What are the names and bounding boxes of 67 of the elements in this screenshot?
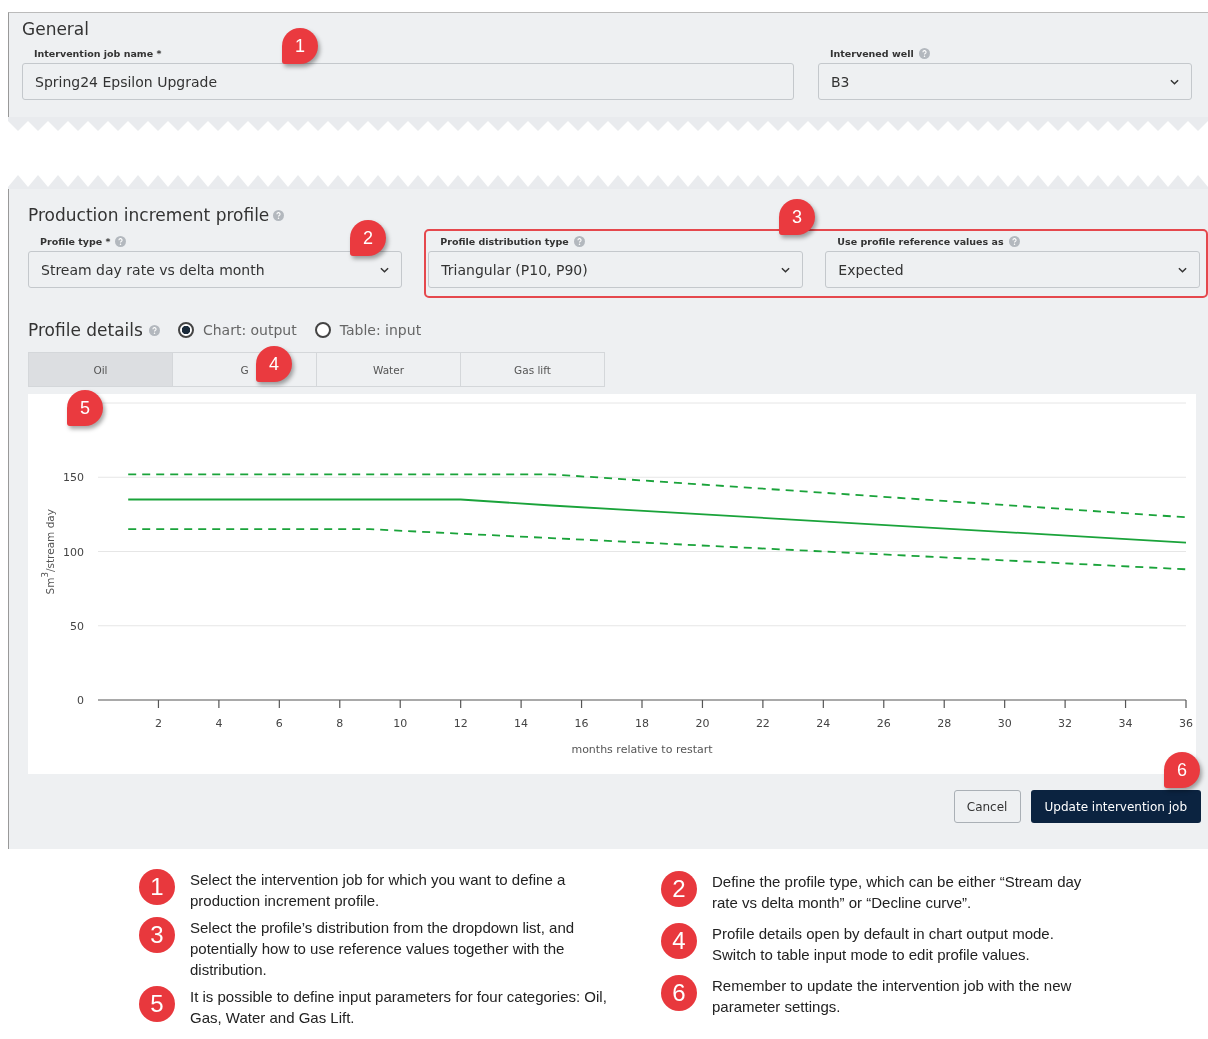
chevron-down-icon — [1170, 78, 1179, 85]
x-tick-label: 6 — [275, 717, 283, 730]
step-number: 4 — [661, 923, 697, 959]
help-icon[interactable] — [148, 324, 160, 336]
y-tick-label: 0 — [77, 694, 84, 707]
step-description: Select the profile’s distribution from the dropdown list, and potentially how to use reference values together with the distribution. — [190, 918, 576, 980]
field-label: Use profile reference values as — [837, 235, 1004, 247]
x-tick-label: 22 — [755, 717, 770, 730]
category-tab[interactable]: Water — [316, 352, 461, 387]
category-tab[interactable]: Oil — [28, 352, 173, 387]
x-tick-label: 14 — [514, 717, 529, 730]
x-tick-label: 12 — [453, 717, 468, 730]
radio-label[interactable]: Table: input — [339, 322, 422, 338]
x-tick-label: 36 — [1179, 717, 1193, 730]
category-tab[interactable]: Gas lift — [460, 352, 605, 387]
step-description: Select the intervention job for which you want to define a production increment profile. — [190, 870, 567, 911]
step-number: 3 — [139, 917, 175, 953]
field-label: Intervened well — [830, 47, 914, 59]
chevron-down-icon — [1178, 266, 1188, 273]
radio-button[interactable] — [177, 322, 194, 338]
reference-dropdown[interactable]: Expected — [825, 251, 1201, 288]
x-tick-label: 28 — [937, 717, 952, 730]
job-name-field[interactable]: Spring24 Epsilon Upgrade — [22, 63, 794, 100]
section-title: Production increment profile — [28, 205, 270, 225]
field-label: Intervention job name * — [34, 47, 162, 59]
y-tick-label: 100 — [63, 545, 84, 559]
field-label: Profile type * — [40, 235, 111, 247]
x-axis-label: months relative to restart — [571, 743, 713, 756]
x-tick-label: 32 — [1058, 717, 1073, 730]
x-tick-label: 10 — [393, 717, 408, 730]
step-number: 5 — [139, 986, 175, 1022]
x-tick-label: 8 — [336, 717, 344, 730]
step-description: Define the profile type, which can be either “Stream day rate vs delta month” or “Decline curve”. — [712, 872, 1083, 913]
field-label: Profile distribution type — [440, 235, 569, 247]
x-tick-label: 18 — [635, 717, 649, 730]
help-icon[interactable] — [273, 209, 285, 221]
step-number: 1 — [139, 869, 175, 905]
section-title: Profile details — [28, 320, 143, 340]
help-icon[interactable] — [573, 235, 585, 247]
step-number: 2 — [661, 871, 697, 907]
distribution-dropdown[interactable]: Triangular (P10, P90) — [428, 251, 804, 288]
help-icon[interactable] — [1008, 235, 1020, 247]
step-description: It is possible to define input parameters for four categories: Oil, Gas, Water and Gas Lift. — [190, 987, 608, 1028]
y-tick-label: 50 — [70, 619, 84, 633]
x-tick-label: 30 — [997, 717, 1012, 730]
x-tick-label: 20 — [695, 717, 710, 730]
x-tick-label: 4 — [215, 717, 223, 730]
help-icon[interactable] — [918, 47, 930, 59]
step-description: Profile details open by default in chart output mode. Switch to table input mode to edit profile values. — [712, 924, 1055, 965]
y-tick-label: 150 — [63, 471, 84, 485]
radio-label[interactable]: Chart: output — [202, 322, 297, 338]
x-tick-label: 16 — [574, 717, 589, 730]
help-icon[interactable] — [115, 235, 127, 247]
x-tick-label: 34 — [1118, 717, 1133, 730]
well-dropdown[interactable]: B3 — [818, 63, 1192, 100]
chevron-down-icon — [380, 266, 390, 273]
chevron-down-icon — [781, 266, 791, 273]
section-title: General — [22, 19, 90, 39]
x-tick-label: 26 — [876, 717, 891, 730]
step-description: Remember to update the intervention job with the new parameter settings. — [712, 976, 1073, 1017]
x-tick-label: 2 — [154, 717, 162, 730]
step-number: 6 — [661, 975, 697, 1011]
profile-type-dropdown[interactable]: Stream day rate vs delta month — [28, 251, 403, 288]
radio-button[interactable] — [314, 322, 331, 338]
update-button[interactable]: Update intervention job — [1030, 790, 1201, 823]
cancel-button[interactable]: Cancel — [953, 790, 1021, 823]
x-tick-label: 24 — [816, 717, 831, 730]
